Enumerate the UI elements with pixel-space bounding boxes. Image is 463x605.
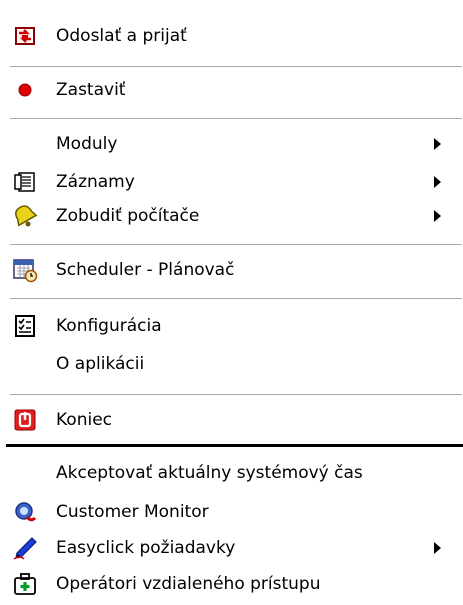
send-receive-icon bbox=[12, 23, 38, 49]
menu-item-records[interactable]: Záznamy bbox=[0, 164, 463, 200]
submenu-arrow-icon bbox=[434, 542, 441, 554]
menu-item-label: Zobudiť počítače bbox=[56, 206, 200, 226]
menu-item-easyclick-requests[interactable]: Easyclick požiadavky bbox=[0, 530, 463, 566]
power-exit-icon bbox=[12, 407, 38, 433]
menu-item-label: Konfigurácia bbox=[56, 316, 162, 336]
configuration-list-icon bbox=[12, 313, 38, 339]
menu-item-stop[interactable]: Zastaviť bbox=[0, 72, 463, 108]
menu-item-about[interactable]: O aplikácii bbox=[0, 346, 463, 382]
menu-separator bbox=[10, 118, 462, 120]
menu-item-label: Zastaviť bbox=[56, 80, 126, 100]
menu-item-wake-computers[interactable]: Zobudiť počítače bbox=[0, 198, 463, 234]
menu-item-customer-monitor[interactable]: Customer Monitor bbox=[0, 494, 463, 530]
menu-item-label: Akceptovať aktuálny systémový čas bbox=[56, 463, 363, 483]
menu-item-label: Scheduler - Plánovač bbox=[56, 260, 235, 280]
wake-bell-icon bbox=[12, 203, 38, 229]
menu-item-remote-operators[interactable]: Operátori vzdialeného prístupu bbox=[0, 566, 463, 602]
menu-item-configuration[interactable]: Konfigurácia bbox=[0, 308, 463, 344]
records-list-icon bbox=[12, 169, 38, 195]
menu-separator bbox=[10, 298, 462, 300]
menu-separator bbox=[10, 66, 462, 68]
submenu-arrow-icon bbox=[434, 138, 441, 150]
menu-item-scheduler[interactable]: Scheduler - Plánovač bbox=[0, 252, 463, 288]
menu-item-label: Odoslať a prijať bbox=[56, 26, 187, 46]
menu-separator-thick bbox=[6, 444, 463, 447]
menu-item-label: Operátori vzdialeného prístupu bbox=[56, 574, 321, 594]
menu-separator bbox=[10, 394, 462, 396]
menu-item-label: Koniec bbox=[56, 410, 113, 430]
menu-item-label: O aplikácii bbox=[56, 354, 145, 374]
context-menu: Odoslať a prijať Zastaviť Moduly Záznamy bbox=[0, 0, 463, 605]
remote-operator-kit-icon bbox=[12, 571, 38, 597]
menu-item-send-receive[interactable]: Odoslať a prijať bbox=[0, 18, 463, 54]
menu-separator bbox=[10, 244, 462, 246]
calendar-clock-icon bbox=[12, 257, 38, 283]
menu-item-label: Easyclick požiadavky bbox=[56, 538, 236, 558]
menu-item-label: Moduly bbox=[56, 134, 118, 154]
menu-item-exit[interactable]: Koniec bbox=[0, 402, 463, 438]
menu-item-modules[interactable]: Moduly bbox=[0, 126, 463, 162]
submenu-arrow-icon bbox=[434, 176, 441, 188]
submenu-arrow-icon bbox=[434, 210, 441, 222]
pen-icon bbox=[12, 535, 38, 561]
menu-item-label: Záznamy bbox=[56, 172, 135, 192]
menu-item-accept-system-time[interactable]: Akceptovať aktuálny systémový čas bbox=[0, 455, 463, 491]
menu-item-label: Customer Monitor bbox=[56, 502, 209, 522]
red-dot-stop-icon bbox=[12, 77, 38, 103]
customer-monitor-icon bbox=[12, 499, 38, 525]
